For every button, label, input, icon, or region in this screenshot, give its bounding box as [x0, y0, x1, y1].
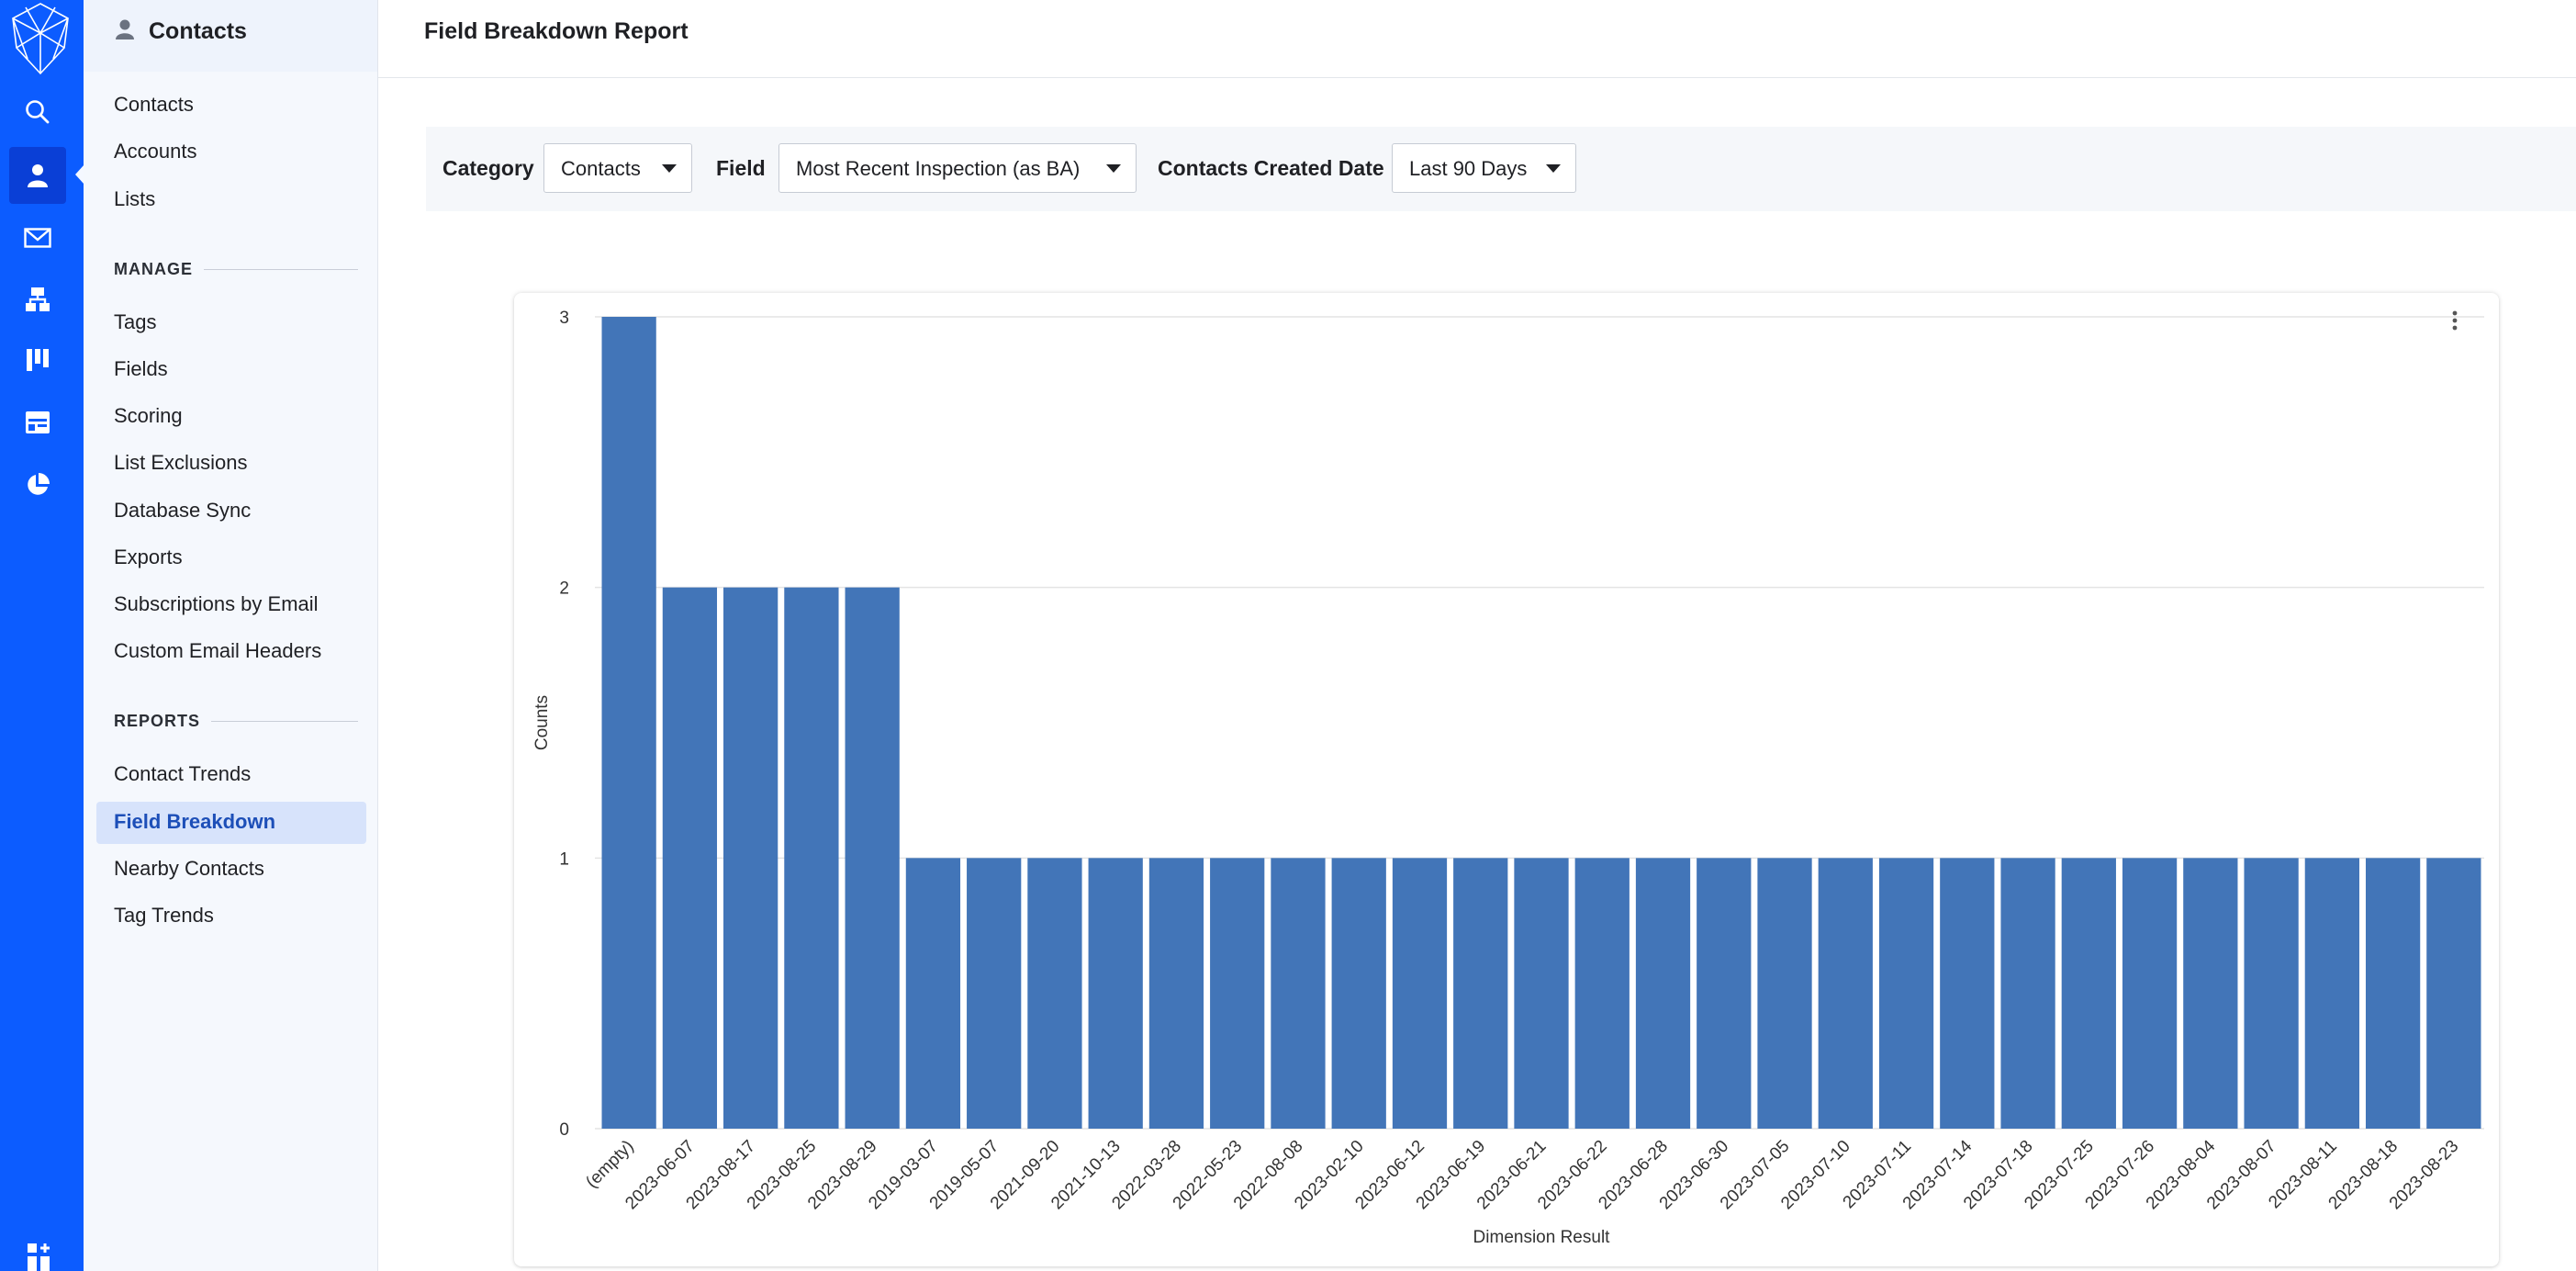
field-select[interactable]: Most Recent Inspection (as BA) — [778, 143, 1137, 193]
section-divider — [211, 721, 359, 722]
reports-icon[interactable] — [17, 464, 59, 506]
sidebar-item-scoring[interactable]: Scoring — [114, 404, 183, 428]
sidebar-item-lists[interactable]: Lists — [114, 187, 155, 211]
bar — [784, 587, 839, 1129]
chevron-down-icon — [1106, 164, 1121, 173]
bar — [601, 317, 656, 1129]
bar — [2426, 858, 2481, 1129]
sidebar-header: Contacts — [84, 0, 377, 72]
bar — [2365, 858, 2421, 1129]
bar — [1818, 858, 1873, 1129]
sidebar-item-list-exclusions[interactable]: List Exclusions — [114, 451, 248, 475]
manage-section-label: MANAGE — [114, 260, 193, 278]
bar — [1210, 858, 1265, 1129]
reports-section-label: REPORTS — [114, 712, 201, 730]
sidebar-title: Contacts — [149, 18, 247, 44]
bar — [1940, 858, 1995, 1129]
email-icon[interactable] — [17, 217, 59, 259]
websites-icon[interactable] — [17, 401, 59, 444]
bar — [2061, 858, 2116, 1129]
bar — [1514, 858, 1569, 1129]
bar — [1148, 858, 1204, 1129]
chevron-down-icon — [662, 164, 677, 173]
field-select-value: Most Recent Inspection (as BA) — [796, 157, 1081, 180]
bar — [2183, 858, 2238, 1129]
sidebar-item-field-breakdown[interactable]: Field Breakdown — [114, 810, 275, 834]
x-axis-label: Dimension Result — [1473, 1228, 1611, 1247]
sidebar-item-accounts[interactable]: Accounts — [114, 140, 197, 163]
manage-section-header: MANAGE — [114, 260, 358, 279]
category-select-value: Contacts — [561, 157, 641, 180]
contacts-icon[interactable] — [9, 147, 66, 204]
icon-rail — [0, 0, 84, 1271]
sidebar-item-database-sync[interactable]: Database Sync — [114, 499, 251, 523]
bar — [2304, 858, 2359, 1129]
category-select[interactable]: Contacts — [543, 143, 692, 193]
bar — [1878, 858, 1934, 1129]
sidebar-item-tags[interactable]: Tags — [114, 310, 156, 334]
bar — [2000, 858, 2055, 1129]
sidebar-item-exports[interactable]: Exports — [114, 546, 183, 569]
bar — [723, 587, 778, 1129]
bar — [1088, 858, 1143, 1129]
bar-chart: 0123(empty)2023-06-072023-08-172023-08-2… — [532, 309, 2484, 1247]
y-tick-label: 2 — [559, 579, 569, 599]
page-header: Field Breakdown Report — [378, 0, 2576, 78]
y-axis-label: Counts — [532, 695, 552, 750]
bar — [905, 858, 961, 1129]
bar — [967, 858, 1022, 1129]
bar — [1757, 858, 1812, 1129]
automations-icon[interactable] — [17, 278, 59, 321]
apps-icon[interactable] — [26, 1242, 53, 1271]
bar — [1271, 858, 1326, 1129]
bar — [1635, 858, 1691, 1129]
bar — [2122, 858, 2178, 1129]
bar — [1574, 858, 1630, 1129]
chevron-down-icon — [1546, 164, 1561, 173]
reports-section-header: REPORTS — [114, 712, 359, 731]
sidebar-item-contact-trends[interactable]: Contact Trends — [114, 762, 251, 786]
sidebar-item-contacts[interactable]: Contacts — [114, 93, 194, 117]
bar — [1392, 858, 1448, 1129]
page-title: Field Breakdown Report — [424, 18, 689, 44]
bar — [662, 587, 718, 1129]
y-tick-label: 1 — [559, 849, 569, 869]
bar — [1331, 858, 1386, 1129]
date-range-select-value: Last 90 Days — [1409, 157, 1528, 180]
sidebar-item-subscriptions-by-email[interactable]: Subscriptions by Email — [114, 592, 319, 616]
sidebar-item-nearby-contacts[interactable]: Nearby Contacts — [114, 857, 264, 881]
x-tick-label: (empty) — [582, 1137, 637, 1192]
sidebar-item-custom-email-headers[interactable]: Custom Email Headers — [114, 639, 321, 663]
bar — [1697, 858, 1752, 1129]
filter-bar: Category Contacts Field Most Recent Insp… — [426, 127, 2576, 211]
deals-icon[interactable] — [17, 339, 59, 381]
search-icon[interactable] — [17, 91, 59, 133]
y-tick-label: 3 — [559, 309, 569, 328]
category-label: Category — [442, 156, 534, 180]
chart-card: 0 1 2 3 (empty) 2023-06-07 2023-08-17 2023-08-2… — [514, 293, 2499, 1266]
y-tick-label: 0 — [559, 1120, 569, 1140]
person-icon — [116, 19, 134, 39]
sidebar-item-fields[interactable]: Fields — [114, 357, 168, 381]
field-label: Field — [716, 156, 766, 180]
date-range-select[interactable]: Last 90 Days — [1392, 143, 1576, 193]
bar — [845, 587, 900, 1129]
logo-icon[interactable] — [4, 0, 77, 77]
date-label: Contacts Created Date — [1158, 156, 1384, 180]
section-divider — [204, 269, 358, 270]
bar — [2244, 858, 2299, 1129]
bar — [1453, 858, 1508, 1129]
secondary-sidebar: Contacts Contacts Accounts Lists MANAGE … — [84, 0, 378, 1271]
more-options-icon[interactable] — [2442, 306, 2468, 335]
sidebar-item-tag-trends[interactable]: Tag Trends — [114, 904, 214, 928]
bar — [1027, 858, 1082, 1129]
